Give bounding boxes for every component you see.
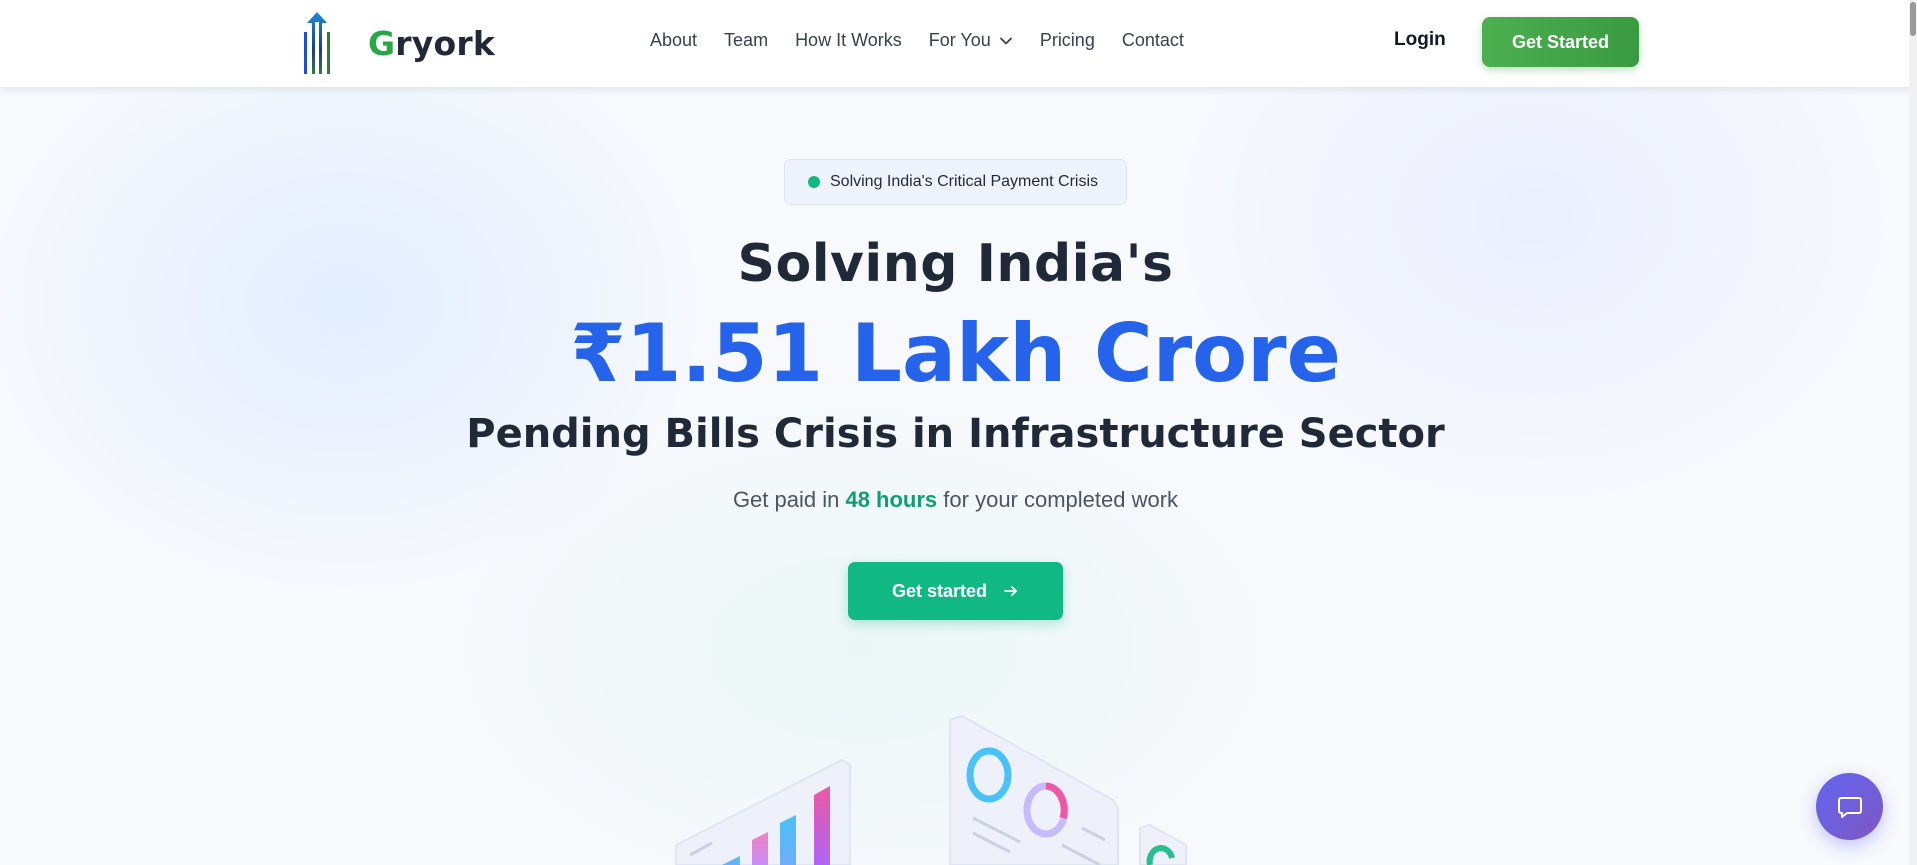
bar-chart-card <box>675 758 851 865</box>
brand-name: Gryork <box>368 23 495 63</box>
hero-heading-line1: Solving India's <box>737 234 1174 294</box>
hero-heading-amount: ₹1.51 Lakh Crore <box>570 307 1341 400</box>
hero-subtitle-highlight: 48 hours <box>845 487 938 512</box>
logo-icon <box>304 12 330 74</box>
donut-chart-card <box>949 714 1119 865</box>
brand-logo[interactable]: Gryork <box>302 12 495 74</box>
get-started-button[interactable]: Get Started <box>1482 17 1639 67</box>
badge-text: Solving India's Critical Payment Crisis <box>830 173 1099 190</box>
small-metric-card <box>1139 823 1187 865</box>
nav-for-you[interactable]: For You <box>929 30 1013 51</box>
top-navbar: Gryork About Team How It Works For You P… <box>0 0 1917 87</box>
main-nav: About Team How It Works For You Pricing … <box>650 30 1184 51</box>
hero-get-started-button[interactable]: Get started <box>848 562 1063 620</box>
chevron-down-icon <box>999 37 1012 44</box>
page-scrollbar[interactable] <box>1909 0 1917 865</box>
scrollbar-thumb[interactable] <box>1910 2 1916 36</box>
arrow-right-icon <box>1004 586 1017 596</box>
nav-team[interactable]: Team <box>724 30 768 51</box>
hero-subtitle: Get paid in 48 hours for your completed … <box>732 487 1179 512</box>
nav-how-it-works[interactable]: How It Works <box>795 30 902 51</box>
nav-pricing[interactable]: Pricing <box>1040 30 1095 51</box>
chat-widget-button[interactable] <box>1816 773 1883 840</box>
login-link[interactable]: Login <box>1394 29 1446 51</box>
nav-about[interactable]: About <box>650 30 697 51</box>
chat-bubble-icon <box>1837 796 1862 818</box>
hero-heading-line3: Pending Bills Crisis in Infrastructure S… <box>466 411 1445 457</box>
hero-badge: Solving India's Critical Payment Crisis <box>784 159 1127 205</box>
status-dot-icon <box>808 176 820 188</box>
nav-contact[interactable]: Contact <box>1122 30 1184 51</box>
